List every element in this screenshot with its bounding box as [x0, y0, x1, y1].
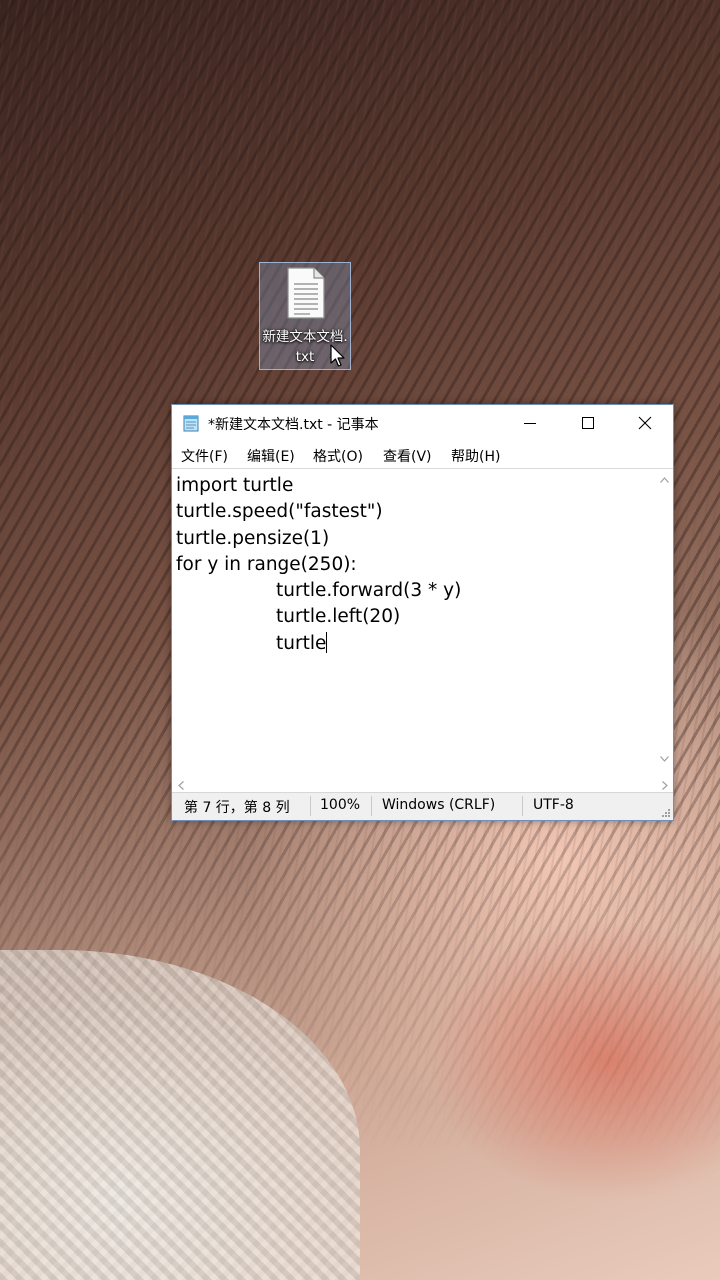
status-cursor-position: 第 7 行，第 8 列	[184, 800, 290, 816]
status-bar: 第 7 行，第 8 列 100% Windows (CRLF) UTF-8	[172, 792, 673, 820]
status-zoom: 100%	[320, 797, 361, 813]
code-line-5: turtle.forward(3 * y)	[276, 580, 462, 602]
mouse-pointer-icon	[330, 344, 345, 367]
text-file-icon	[287, 267, 325, 319]
menu-bar: 文件(F) 编辑(E) 格式(O) 查看(V) 帮助(H)	[172, 442, 673, 468]
maximize-icon	[582, 417, 594, 429]
window-title: *新建文本文档.txt - 记事本	[208, 417, 379, 433]
close-button[interactable]	[616, 405, 674, 441]
maximize-button[interactable]	[559, 405, 617, 441]
menu-file[interactable]: 文件(F)	[181, 446, 228, 466]
scroll-down-arrow-icon[interactable]	[660, 756, 669, 762]
notepad-icon	[183, 415, 199, 432]
code-line-3: turtle.pensize(1)	[176, 527, 330, 549]
status-divider	[522, 796, 523, 816]
status-divider	[310, 796, 311, 816]
text-caret	[326, 631, 328, 653]
status-line-ending: Windows (CRLF)	[382, 797, 496, 813]
editor-content[interactable]: import turtle turtle.speed("fastest") tu…	[176, 473, 653, 657]
menu-edit[interactable]: 编辑(E)	[247, 446, 295, 466]
scroll-up-arrow-icon[interactable]	[660, 477, 669, 483]
menu-format[interactable]: 格式(O)	[313, 446, 363, 466]
minimize-button[interactable]	[501, 405, 559, 441]
title-bar[interactable]: *新建文本文档.txt - 记事本	[172, 405, 673, 441]
scroll-right-arrow-icon[interactable]	[662, 781, 668, 790]
vertical-scrollbar[interactable]	[656, 469, 673, 774]
notepad-window: *新建文本文档.txt - 记事本 文件(F) 编辑(E) 格式(O) 查看(V…	[171, 404, 674, 821]
minimize-icon	[524, 423, 536, 424]
text-editor[interactable]: import turtle turtle.speed("fastest") tu…	[172, 468, 673, 794]
status-encoding: UTF-8	[533, 797, 574, 813]
resize-grip-icon[interactable]	[661, 808, 671, 818]
code-line-4: for y in range(250):	[176, 553, 357, 575]
code-line-6: turtle.left(20)	[276, 606, 401, 628]
menu-view[interactable]: 查看(V)	[383, 446, 432, 466]
code-line-7: turtle	[276, 632, 327, 654]
code-line-1: import turtle	[176, 475, 294, 496]
code-line-7-wrap: turtle	[176, 631, 653, 657]
close-icon	[638, 416, 652, 430]
menu-help[interactable]: 帮助(H)	[451, 446, 500, 466]
status-divider	[371, 796, 372, 816]
desktop-wallpaper: 新建文本文档.txt *新建文本文档.txt - 记事本 文件(F) 编辑(E)…	[0, 0, 720, 1280]
code-line-2: turtle.speed("fastest")	[176, 501, 383, 523]
scroll-left-arrow-icon[interactable]	[178, 781, 184, 790]
